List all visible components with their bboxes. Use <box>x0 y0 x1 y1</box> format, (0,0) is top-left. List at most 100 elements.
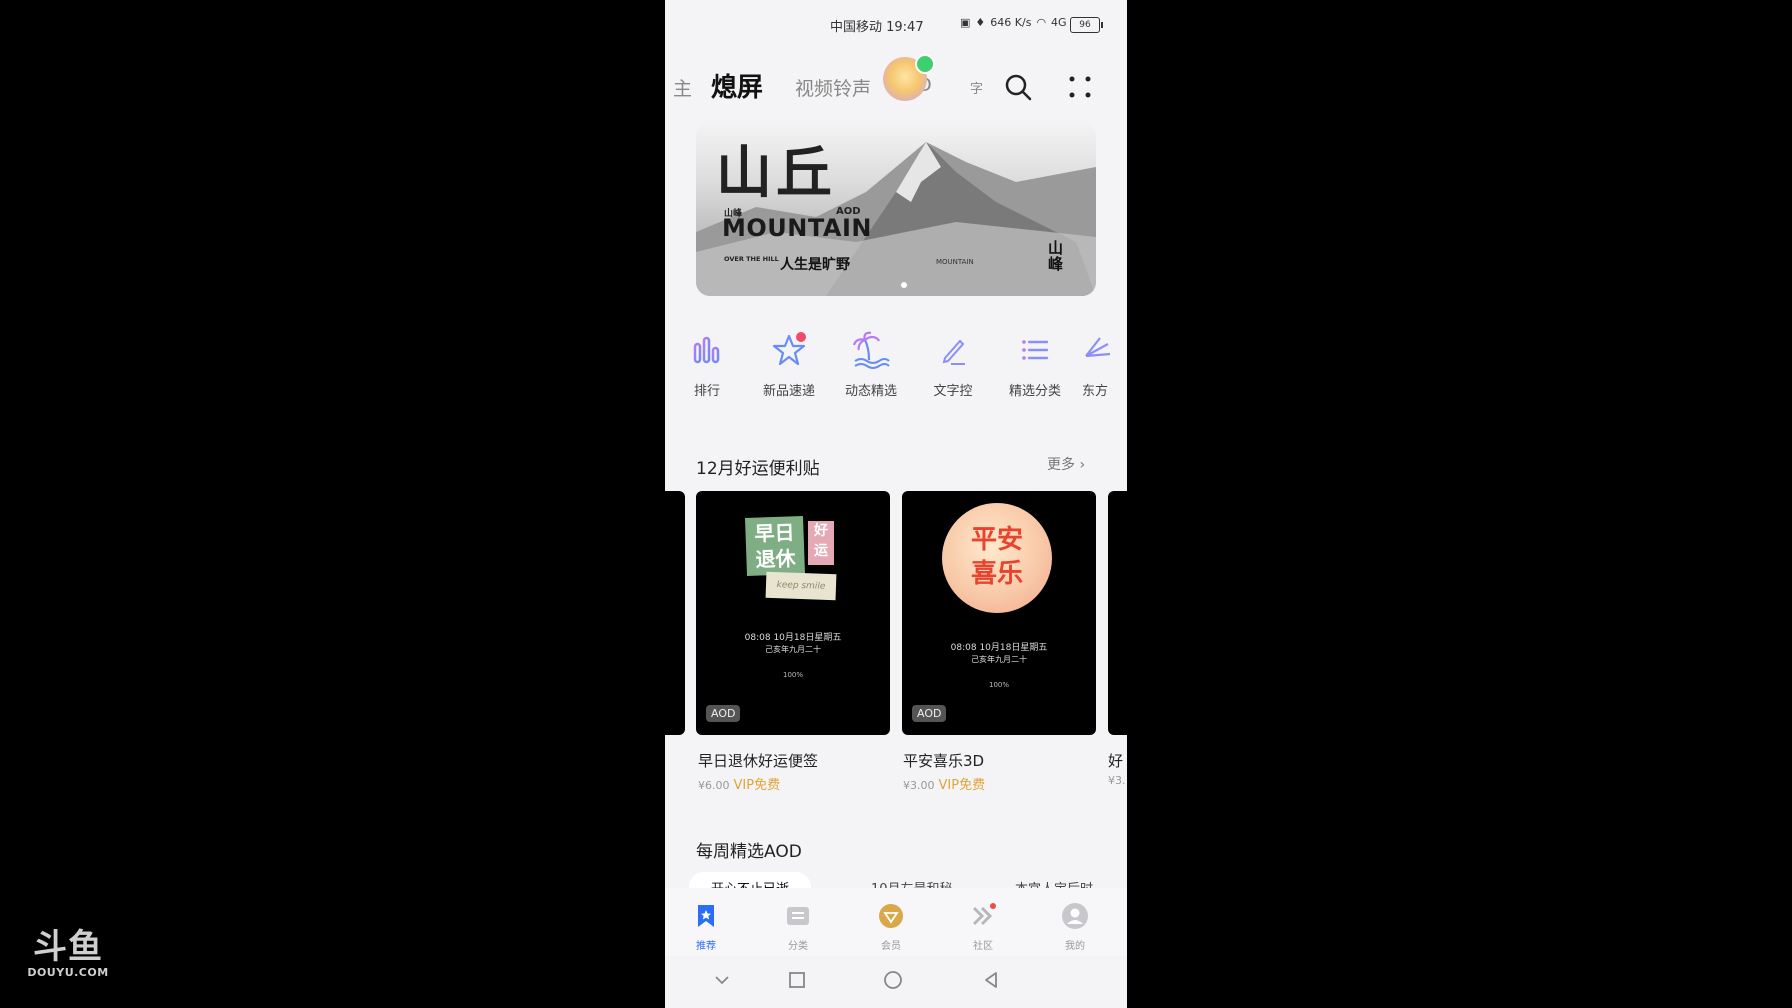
category-text[interactable]: 文字控 <box>912 330 994 399</box>
card-price: ¥6.00 VIP免费 <box>698 774 780 793</box>
chevron-right-icon: › <box>1079 457 1086 473</box>
home-icon[interactable] <box>883 970 903 990</box>
nav-label: 推荐 <box>696 941 716 952</box>
card-price: ¥3.00 VIP免费 <box>903 774 985 793</box>
preview-time: 08:08 10月18日星期五 <box>950 643 1048 653</box>
nav-community[interactable]: 社区 <box>953 902 1013 952</box>
wifi-badge-icon <box>915 54 935 74</box>
star-icon <box>772 332 806 366</box>
nav-category[interactable]: 分类 <box>768 902 828 952</box>
card-title[interactable]: 好 <box>1108 750 1123 771</box>
banner-title-en: MOUNTAIN <box>722 214 872 242</box>
preview-battery: 100% <box>782 671 803 679</box>
category-label: 动态精选 <box>844 384 897 399</box>
note-text-line2: 退休 <box>755 546 796 572</box>
bookmark-icon <box>698 905 714 927</box>
wifi-icon: ◠ <box>1036 16 1047 29</box>
tab-aod[interactable]: 熄屏 <box>711 67 763 104</box>
vip-free-label: VIP免费 <box>733 778 781 793</box>
preview-lunar: 己亥年九月二十 <box>971 655 1027 664</box>
mic-icon: ♦ <box>975 16 986 29</box>
bar-chart-icon <box>693 336 720 364</box>
nav-label: 我的 <box>1065 941 1085 952</box>
palm-tree-icon <box>852 331 890 369</box>
art-text-line1: 平安 <box>970 525 1023 555</box>
battery-icon: 96 <box>1070 17 1103 33</box>
watermark-domain: DOUYU.COM <box>27 966 109 979</box>
banner-title-cn: 山丘 <box>716 140 836 206</box>
category-label: 文字控 <box>933 384 973 399</box>
bottom-nav: 推荐 分类 会员 社区 我的 <box>665 888 1127 956</box>
card-price: ¥3. <box>1108 774 1126 787</box>
sticky-note-cream: keep smile <box>765 571 837 601</box>
category-row: 排行 新品速递 动态精选 文字控 精选分类 东方 <box>665 330 1127 410</box>
signal-label: 4G <box>1051 16 1067 29</box>
status-icons: ▣ ♦ 646 K/s ◠ 4G <box>960 16 1072 29</box>
tab-font[interactable]: 字 <box>970 78 983 97</box>
sticky-note-pink: 好运 <box>808 521 834 565</box>
fan-icon <box>1085 337 1111 358</box>
recent-apps-icon[interactable] <box>787 970 807 990</box>
banner-over-the-hill: OVER THE HILL <box>724 255 779 263</box>
price-value: ¥6.00 <box>698 779 730 792</box>
nav-vip[interactable]: 会员 <box>861 902 921 952</box>
preview-time: 08:08 10月18日星期五 <box>744 633 842 643</box>
chevron-down-icon[interactable] <box>712 970 732 990</box>
vip-free-label: VIP免费 <box>938 778 986 793</box>
banner-peak: 山峰 <box>1048 239 1064 273</box>
section-title-weekly-aod: 每周精选AOD <box>696 842 802 862</box>
peace-joy-art: 平安 喜乐 <box>942 503 1052 613</box>
search-icon[interactable] <box>1003 72 1033 102</box>
sticky-note-green: 早日 退休 <box>745 516 805 576</box>
net-speed: 646 K/s <box>990 16 1032 29</box>
theme-card-prev[interactable] <box>665 491 685 735</box>
nav-label: 社区 <box>973 941 993 952</box>
theme-card[interactable]: 平安 喜乐 08:08 10月18日星期五 己亥年九月二十 100% AOD <box>902 491 1096 735</box>
community-icon <box>972 903 996 926</box>
nav-recommend[interactable]: 推荐 <box>676 902 736 952</box>
banner-mountain-small: MOUNTAIN <box>936 258 974 266</box>
category-dynamic[interactable]: 动态精选 <box>830 330 912 399</box>
category-ranking[interactable]: 排行 <box>666 330 748 399</box>
banner-slogan: 人生是旷野 <box>780 257 850 273</box>
category-label: 新品速递 <box>762 384 815 399</box>
nav-profile[interactable]: 我的 <box>1045 902 1105 952</box>
back-icon[interactable] <box>981 970 1001 990</box>
theme-card-next[interactable] <box>1108 491 1127 735</box>
status-bar: 中国移动 19:47 ▣ ♦ 646 K/s ◠ 4G 96 <box>665 0 1127 50</box>
cast-icon: ▣ <box>960 16 971 29</box>
preview-battery: 100% <box>988 681 1009 689</box>
section-title-lucky-notes: 12月好运便利贴 <box>696 459 820 479</box>
douyu-watermark: 斗鱼 DOUYU.COM <box>26 928 110 979</box>
card-title[interactable]: 早日退休好运便签 <box>698 750 818 771</box>
preview-lunar: 己亥年九月二十 <box>765 645 821 654</box>
art-text-line2: 喜乐 <box>970 559 1023 589</box>
category-featured[interactable]: 精选分类 <box>994 330 1076 399</box>
category-oriental[interactable]: 东方 <box>1076 330 1127 399</box>
more-link[interactable]: 更多 › <box>1047 454 1085 474</box>
tab-theme[interactable]: 主 <box>673 74 692 101</box>
system-nav-bar <box>665 956 1127 1008</box>
category-label: 精选分类 <box>1008 384 1061 399</box>
category-label: 排行 <box>693 384 720 399</box>
nav-label: 分类 <box>788 941 808 952</box>
category-icon <box>787 907 809 925</box>
profile-icon <box>1062 903 1088 929</box>
note-text-line1: 早日 <box>754 520 795 546</box>
carrier-time: 中国移动 19:47 <box>830 20 924 35</box>
tab-video-ringtone[interactable]: 视频铃声 <box>795 74 871 101</box>
price-value: ¥3.00 <box>903 779 935 792</box>
card-title[interactable]: 平安喜乐3D <box>903 750 984 771</box>
watermark-logo: 斗鱼 <box>33 927 103 967</box>
category-label: 东方 <box>1082 384 1109 399</box>
theme-card[interactable]: 早日 退休 好运 keep smile 08:08 10月18日星期五 己亥年九… <box>696 491 890 735</box>
nav-label: 会员 <box>881 941 901 952</box>
more-grid-icon[interactable] <box>1065 72 1095 102</box>
list-icon <box>1022 340 1049 360</box>
banner-carousel[interactable]: 山丘 山峰 AOD MOUNTAIN OVER THE HILL 人生是旷野 M… <box>696 122 1096 296</box>
phone-screen: 中国移动 19:47 ▣ ♦ 646 K/s ◠ 4G 96 主 熄屏 视频铃声 3D … <box>665 0 1127 1008</box>
category-new-arrivals[interactable]: 新品速递 <box>748 330 830 399</box>
top-tab-bar: 主 熄屏 视频铃声 3D 字 <box>665 54 1127 112</box>
carousel-indicator <box>901 282 907 288</box>
more-label: 更多 <box>1047 457 1075 473</box>
